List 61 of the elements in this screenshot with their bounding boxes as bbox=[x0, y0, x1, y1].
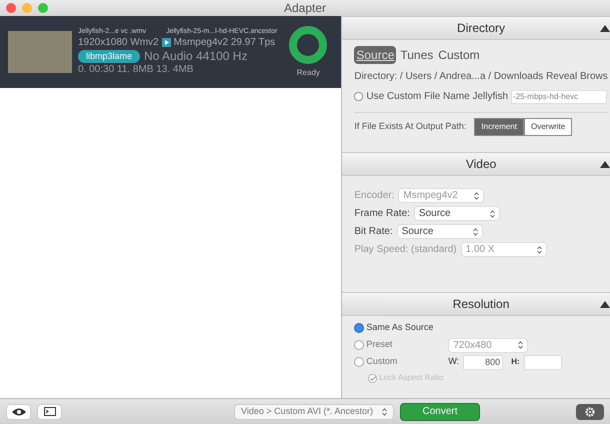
stepper-arrows-icon bbox=[536, 246, 542, 254]
stepper-arrows-icon bbox=[518, 341, 524, 349]
radio-button[interactable] bbox=[354, 340, 364, 350]
terminal-icon bbox=[44, 407, 56, 416]
check-icon bbox=[370, 376, 376, 380]
stepper-arrows-icon bbox=[474, 192, 480, 200]
play-icon bbox=[162, 38, 171, 48]
stepper-arrows-icon bbox=[472, 228, 478, 236]
video-thumbnail bbox=[8, 31, 72, 73]
convert-button[interactable]: Convert bbox=[400, 402, 480, 420]
directory-mode-option[interactable]: Source bbox=[354, 46, 396, 64]
collapse-icon[interactable] bbox=[600, 301, 610, 308]
size-info: 0. 00:30 11. 8MB 13. 4MB bbox=[78, 64, 194, 76]
video-output: Msmpeg4v2 29.97 Tps bbox=[174, 37, 276, 49]
checkbox[interactable] bbox=[354, 92, 364, 101]
segment-option[interactable]: Overwrite bbox=[524, 118, 572, 136]
setting-select[interactable]: Source bbox=[414, 206, 500, 221]
window-title: Adapter bbox=[284, 0, 326, 17]
radio-button[interactable] bbox=[354, 357, 364, 367]
section-header[interactable]: Resolution bbox=[342, 292, 610, 316]
status-text: Ready bbox=[296, 67, 320, 79]
section-title: Resolution bbox=[452, 296, 510, 313]
radio-label: Custom bbox=[366, 355, 398, 368]
height-field[interactable] bbox=[524, 354, 562, 370]
audio-output: No Audio 44100 Hz bbox=[144, 50, 248, 64]
preset-select[interactable]: Video > Custom AVI (*. Ancestor) bbox=[234, 404, 394, 420]
settings-button[interactable] bbox=[576, 404, 604, 420]
collapse-icon[interactable] bbox=[600, 161, 610, 168]
video-info: 1920x1080 Wmv2 bbox=[78, 37, 159, 49]
width-label: W: bbox=[448, 355, 460, 368]
eye-icon bbox=[12, 408, 26, 416]
terminal-button[interactable] bbox=[37, 404, 62, 420]
directory-path: Directory: / Users / Andrea...a / Downloads Reveal Brows bbox=[354, 70, 608, 84]
file-name-field[interactable]: -25-mbps-hd-hevc bbox=[511, 90, 608, 104]
section-header[interactable]: Directory bbox=[342, 16, 610, 40]
zoom-button[interactable] bbox=[38, 3, 48, 13]
section-title: Directory bbox=[457, 20, 506, 37]
stepper-arrows-icon bbox=[382, 408, 387, 416]
width-field[interactable]: 800 bbox=[463, 354, 504, 370]
setting-select[interactable]: Source bbox=[396, 224, 483, 239]
directory-mode-option[interactable]: Custom bbox=[437, 46, 481, 64]
segment-option[interactable]: Increment bbox=[474, 118, 524, 136]
radio-button[interactable] bbox=[354, 323, 364, 333]
file-exists-label: If File Exists At Output Path: bbox=[354, 120, 466, 134]
custom-name-label: Use Custom File Name Jellyfish bbox=[366, 90, 508, 104]
section-title: Video bbox=[466, 156, 496, 173]
close-button[interactable] bbox=[6, 3, 16, 13]
radio-label: Same As Source bbox=[366, 321, 434, 334]
collapse-icon[interactable] bbox=[600, 25, 610, 32]
settings-icon bbox=[585, 406, 595, 416]
setting-label: Encoder: bbox=[354, 189, 394, 203]
setting-label: Frame Rate: bbox=[354, 207, 410, 221]
section-header[interactable]: Video bbox=[342, 152, 610, 176]
checkbox[interactable] bbox=[368, 374, 378, 382]
height-label: H: bbox=[511, 356, 520, 368]
setting-label: Bit Rate: bbox=[354, 225, 393, 239]
setting-label: Play Speed: (standard) bbox=[354, 243, 457, 257]
preview-button[interactable] bbox=[6, 404, 31, 420]
radio-label: Preset bbox=[366, 338, 394, 352]
directory-mode-option[interactable]: Tunes bbox=[399, 46, 434, 64]
stepper-arrows-icon bbox=[490, 210, 495, 218]
